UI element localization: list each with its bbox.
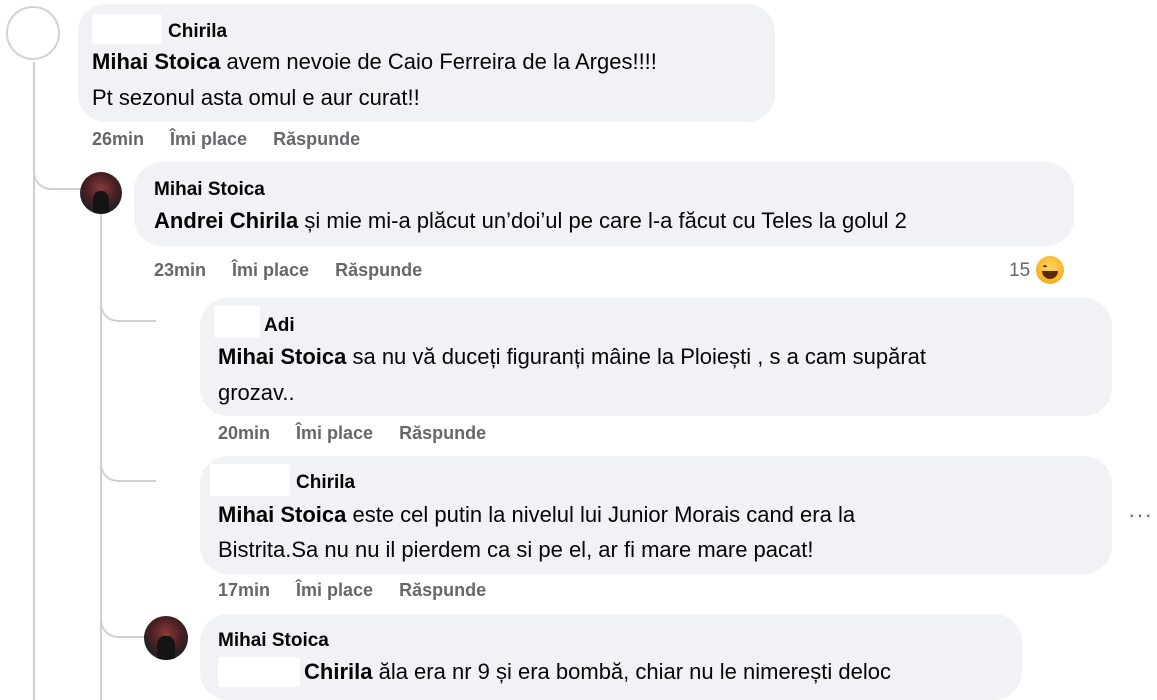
avatar[interactable]: [80, 172, 122, 214]
mention-link[interactable]: Mihai Stoica: [218, 344, 346, 369]
mention-link[interactable]: Chirila: [304, 659, 372, 684]
mention-link[interactable]: Andrei Chirila: [154, 208, 298, 233]
comment-text-line: Chirila ăla era nr 9 și era bombă, chiar…: [218, 656, 891, 687]
redacted-avatar: [214, 306, 260, 338]
avatar[interactable]: [144, 616, 188, 660]
comment-time[interactable]: 23min: [154, 260, 206, 280]
mention-link[interactable]: Mihai Stoica: [92, 49, 220, 74]
comment-actions: 17min Îmi place Răspunde: [218, 580, 512, 601]
comment-actions: 26min Îmi place Răspunde: [92, 129, 386, 150]
thread-connector-reply-1: [33, 150, 81, 190]
comment-time[interactable]: 17min: [218, 580, 270, 600]
comment-text-line: grozav..: [218, 380, 295, 405]
comment-text-line: Mihai Stoica este cel putin la nivelul l…: [218, 502, 856, 527]
thread-connector-reply-3: [100, 440, 156, 482]
avatar[interactable]: [6, 6, 60, 60]
comment-text-line: Andrei Chirila și mie mi-a plăcut un’doi…: [154, 208, 907, 233]
reply-button[interactable]: Răspunde: [273, 129, 360, 149]
reply-button[interactable]: Răspunde: [399, 580, 486, 600]
reaction-count[interactable]: 15: [1009, 260, 1030, 282]
thread-connector-reply-2: [100, 280, 156, 322]
like-button[interactable]: Îmi place: [296, 580, 373, 600]
laugh-emoji-icon[interactable]: [1036, 256, 1064, 284]
comment-author[interactable]: Chirila: [168, 21, 227, 43]
reply-button[interactable]: Răspunde: [399, 423, 486, 443]
comment-time[interactable]: 20min: [218, 423, 270, 443]
redacted-name: [218, 657, 300, 687]
mention-link[interactable]: Mihai Stoica: [218, 502, 346, 527]
comment-author[interactable]: Mihai Stoica: [154, 179, 265, 201]
reply-button[interactable]: Răspunde: [335, 260, 422, 280]
comment-time[interactable]: 26min: [92, 129, 144, 149]
like-button[interactable]: Îmi place: [296, 423, 373, 443]
comment-author[interactable]: Chirila: [296, 472, 355, 494]
comment-author[interactable]: Mihai Stoica: [218, 630, 329, 652]
like-button[interactable]: Îmi place: [232, 260, 309, 280]
comment-text-line: Pt sezonul asta omul e aur curat!!: [92, 85, 420, 110]
like-button[interactable]: Îmi place: [170, 129, 247, 149]
comment-author[interactable]: Adi: [264, 315, 295, 337]
thread-connector-reply-4: [100, 598, 144, 638]
redacted-name: [92, 14, 162, 44]
comment-text-line: Mihai Stoica avem nevoie de Caio Ferreir…: [92, 49, 657, 74]
comment-text-line: Bistrita.Sa nu nu il pierdem ca si pe el…: [218, 537, 814, 562]
more-options-icon[interactable]: ···: [1128, 502, 1153, 528]
comment-actions: 23min Îmi place Răspunde: [154, 260, 448, 281]
redacted-name: [210, 464, 290, 496]
comment-actions: 20min Îmi place Răspunde: [218, 423, 512, 444]
comment-text-line: Mihai Stoica sa nu vă duceți figuranți m…: [218, 344, 926, 369]
